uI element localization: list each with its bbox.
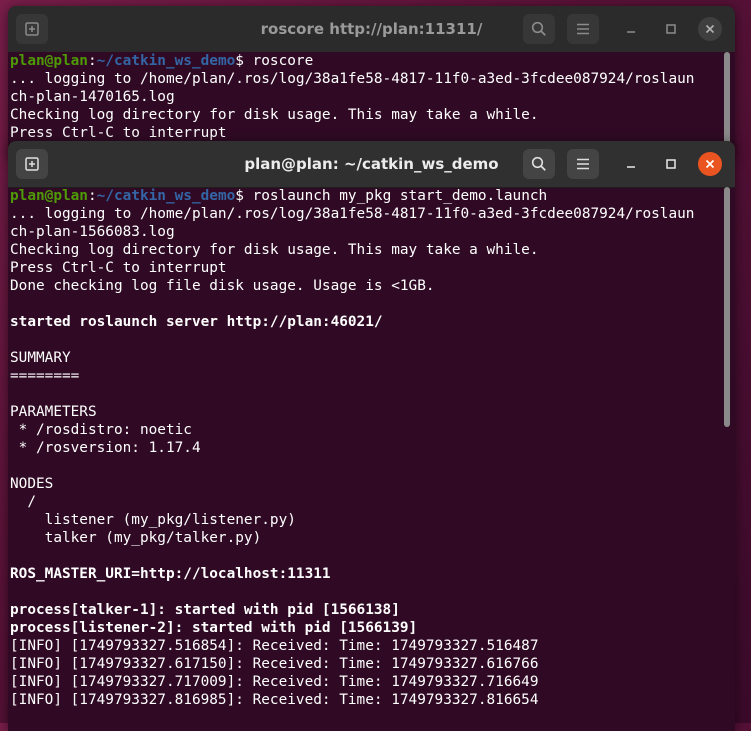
- output-line: Checking log directory for disk usage. T…: [10, 107, 539, 123]
- output-line: ROS_MASTER_URI=http://localhost:11311: [10, 566, 331, 582]
- output-line: * /rosdistro: noetic: [10, 422, 192, 438]
- prompt-colon: :: [87, 188, 97, 204]
- maximize-button[interactable]: [659, 152, 683, 176]
- minimize-button[interactable]: [619, 17, 643, 41]
- prompt-command: roscore: [252, 53, 314, 69]
- output-line: process[listener-2]: started with pid [1…: [10, 620, 418, 636]
- menu-button[interactable]: [567, 149, 599, 179]
- search-button[interactable]: [523, 149, 555, 179]
- output-line: Press Ctrl-C to interrupt: [10, 260, 227, 276]
- output-line: ... logging to /home/plan/.ros/log/38a1f…: [10, 206, 695, 222]
- roslaunch-terminal-window[interactable]: plan@plan: ~/catkin_ws_demo plan@plan:~/…: [8, 141, 735, 731]
- hamburger-menu-icon: [577, 158, 589, 170]
- prompt-user: plan@plan: [10, 188, 88, 204]
- menu-button[interactable]: [567, 14, 599, 44]
- output-line: Checking log directory for disk usage. T…: [10, 242, 539, 258]
- output-line: talker (my_pkg/talker.py): [10, 530, 262, 546]
- output-line: ... logging to /home/plan/.ros/log/38a1f…: [10, 71, 695, 87]
- titlebar[interactable]: roscore http://plan:11311/: [8, 6, 735, 52]
- minimize-icon: [627, 166, 635, 168]
- output-line: [INFO] [1749793327.816985]: Received: Ti…: [10, 692, 539, 708]
- minimize-button[interactable]: [619, 152, 643, 176]
- maximize-icon: [666, 24, 676, 34]
- maximize-button[interactable]: [659, 17, 683, 41]
- output-line: process[talker-1]: started with pid [156…: [10, 602, 400, 618]
- new-tab-icon: [25, 157, 39, 171]
- minimize-icon: [627, 31, 635, 33]
- prompt-dollar: $: [235, 188, 253, 204]
- output-line: * /rosversion: 1.17.4: [10, 440, 201, 456]
- output-line: [INFO] [1749793327.617150]: Received: Ti…: [10, 656, 539, 672]
- prompt-command: roslaunch my_pkg start_demo.launch: [252, 188, 548, 204]
- output-line: /: [10, 494, 36, 510]
- titlebar[interactable]: plan@plan: ~/catkin_ws_demo: [8, 141, 735, 188]
- output-line: ========: [10, 368, 80, 384]
- maximize-icon: [666, 159, 676, 169]
- output-line: NODES: [10, 476, 54, 492]
- prompt-path: ~/catkin_ws_demo: [96, 188, 236, 204]
- scrollbar-thumb[interactable]: [724, 187, 730, 427]
- output-line: listener (my_pkg/listener.py): [10, 512, 296, 528]
- hamburger-menu-icon: [577, 23, 589, 35]
- terminal-output[interactable]: plan@plan:~/catkin_ws_demo$ roslaunch my…: [8, 187, 721, 731]
- output-line: ch-plan-1470165.log: [10, 89, 175, 105]
- output-line: started roslaunch server http://plan:460…: [10, 314, 383, 330]
- output-line: Done checking log file disk usage. Usage…: [10, 278, 435, 294]
- output-line: [INFO] [1749793327.717009]: Received: Ti…: [10, 674, 539, 690]
- prompt-user: plan@plan: [10, 53, 88, 69]
- prompt-line: plan@plan:~/catkin_ws_demo$ roslaunch my…: [10, 187, 721, 205]
- output-line: ch-plan-1566083.log: [10, 224, 175, 240]
- prompt-colon: :: [87, 53, 97, 69]
- output-line: [INFO] [1749793327.516854]: Received: Ti…: [10, 638, 539, 654]
- output-line: Press Ctrl-C to interrupt: [10, 125, 227, 141]
- close-icon: [705, 159, 715, 169]
- new-tab-button[interactable]: [16, 149, 48, 179]
- close-button[interactable]: [698, 152, 722, 176]
- prompt-path: ~/catkin_ws_demo: [96, 53, 236, 69]
- window-title: roscore http://plan:11311/: [260, 20, 483, 38]
- search-button[interactable]: [523, 14, 555, 44]
- prompt-line: plan@plan:~/catkin_ws_demo$ roscore: [10, 52, 721, 70]
- scrollbar-thumb[interactable]: [724, 52, 730, 147]
- prompt-dollar: $: [235, 53, 253, 69]
- search-icon: [531, 21, 546, 36]
- close-icon: [705, 24, 715, 34]
- new-tab-icon: [25, 22, 39, 36]
- new-tab-button[interactable]: [16, 14, 48, 44]
- roscore-terminal-window[interactable]: roscore http://plan:11311/ plan@plan:~/c…: [8, 6, 735, 156]
- window-title: plan@plan: ~/catkin_ws_demo: [244, 155, 499, 173]
- output-line: PARAMETERS: [10, 404, 97, 420]
- search-icon: [531, 156, 546, 171]
- scrollbar[interactable]: [723, 187, 733, 731]
- output-line: SUMMARY: [10, 350, 71, 366]
- close-button[interactable]: [698, 17, 722, 41]
